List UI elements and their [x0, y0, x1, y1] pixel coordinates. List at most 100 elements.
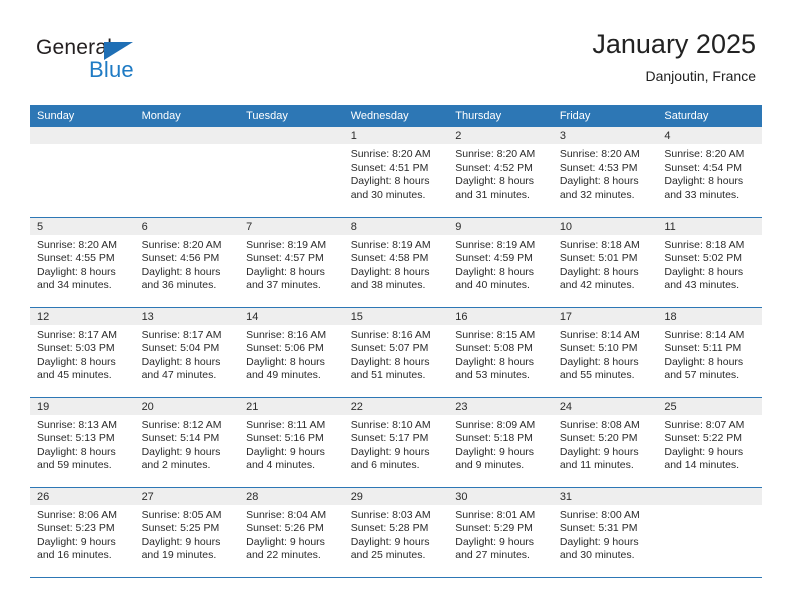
calendar-day[interactable]: 16 Sunrise: 8:15 AM Sunset: 5:08 PM Dayligh…: [448, 307, 553, 397]
day-number: 6: [134, 217, 240, 235]
daylight-text-line1: Daylight: 9 hours: [664, 445, 744, 458]
calendar-day-cell[interactable]: 16 Sunrise: 8:15 AM Sunset: 5:08 PM Dayligh…: [448, 307, 553, 398]
daylight-text-line2: and 30 minutes.: [559, 549, 635, 562]
calendar-day-cell[interactable]: 6 Sunrise: 8:20 AM Sunset: 4:56 PM Daylight…: [134, 217, 240, 308]
calendar-day[interactable]: 28 Sunrise: 8:04 AM Sunset: 5:26 PM Dayligh…: [239, 487, 344, 577]
daylight-text-line1: Daylight: 8 hours: [37, 355, 116, 368]
calendar-day-cell[interactable]: [134, 127, 240, 218]
calendar-day[interactable]: 5 Sunrise: 8:20 AM Sunset: 4:55 PM Daylight…: [30, 217, 135, 307]
calendar-day[interactable]: 4 Sunrise: 8:20 AM Sunset: 4:54 PM Daylight…: [657, 127, 762, 216]
calendar-day-cell[interactable]: 19 Sunrise: 8:13 AM Sunset: 5:13 PM Dayligh…: [30, 397, 135, 488]
calendar-day[interactable]: 10 Sunrise: 8:18 AM Sunset: 5:01 PM Dayligh…: [552, 217, 658, 307]
calendar-day[interactable]: 6 Sunrise: 8:20 AM Sunset: 4:56 PM Daylight…: [134, 217, 240, 307]
daylight-text-line2: and 36 minutes.: [141, 279, 217, 292]
calendar-day[interactable]: 25 Sunrise: 8:07 AM Sunset: 5:22 PM Dayligh…: [657, 397, 762, 487]
calendar-day-cell[interactable]: 5 Sunrise: 8:20 AM Sunset: 4:55 PM Daylight…: [30, 217, 135, 308]
daylight-text-line2: and 42 minutes.: [559, 279, 635, 292]
calendar-day[interactable]: 22 Sunrise: 8:10 AM Sunset: 5:17 PM Dayligh…: [343, 397, 449, 487]
day-details: Sunrise: 8:17 AM Sunset: 5:04 PM Daylight:…: [135, 325, 240, 383]
daylight-text-line1: Daylight: 9 hours: [246, 445, 325, 458]
calendar-day[interactable]: 2 Sunrise: 8:20 AM Sunset: 4:52 PM Daylight…: [448, 127, 553, 216]
calendar-week-row: 12 Sunrise: 8:17 AM Sunset: 5:03 PM Dayligh…: [30, 307, 762, 398]
calendar-day[interactable]: 9 Sunrise: 8:19 AM Sunset: 4:59 PM Daylight…: [448, 217, 553, 307]
calendar-day[interactable]: 7 Sunrise: 8:19 AM Sunset: 4:57 PM Daylight…: [239, 217, 344, 307]
calendar-day-cell[interactable]: 4 Sunrise: 8:20 AM Sunset: 4:54 PM Daylight…: [657, 127, 762, 218]
calendar-day-cell[interactable]: 26 Sunrise: 8:06 AM Sunset: 5:23 PM Dayligh…: [30, 487, 135, 578]
calendar-day-cell[interactable]: 21 Sunrise: 8:11 AM Sunset: 5:16 PM Dayligh…: [239, 397, 344, 488]
weekday-header-sunday: Sunday: [30, 105, 135, 127]
calendar-day-cell[interactable]: 29 Sunrise: 8:03 AM Sunset: 5:28 PM Dayligh…: [343, 487, 449, 578]
calendar-day[interactable]: 26 Sunrise: 8:06 AM Sunset: 5:23 PM Dayligh…: [30, 487, 135, 577]
calendar-day-cell[interactable]: 14 Sunrise: 8:16 AM Sunset: 5:06 PM Dayligh…: [239, 307, 344, 398]
calendar-day[interactable]: 17 Sunrise: 8:14 AM Sunset: 5:10 PM Dayligh…: [552, 307, 658, 397]
calendar-day-cell[interactable]: 12 Sunrise: 8:17 AM Sunset: 5:03 PM Dayligh…: [30, 307, 135, 398]
calendar-day-cell[interactable]: 11 Sunrise: 8:18 AM Sunset: 5:02 PM Dayligh…: [657, 217, 762, 308]
calendar-day-cell[interactable]: 17 Sunrise: 8:14 AM Sunset: 5:10 PM Dayligh…: [552, 307, 658, 398]
day-number: 17: [552, 307, 658, 325]
calendar-day[interactable]: 23 Sunrise: 8:09 AM Sunset: 5:18 PM Dayligh…: [448, 397, 553, 487]
calendar-day[interactable]: 14 Sunrise: 8:16 AM Sunset: 5:06 PM Dayligh…: [239, 307, 344, 397]
sunset-text: Sunset: 4:55 PM: [37, 252, 115, 265]
day-number: 3: [552, 127, 658, 144]
calendar-day[interactable]: 20 Sunrise: 8:12 AM Sunset: 5:14 PM Dayligh…: [134, 397, 240, 487]
calendar-day-cell[interactable]: 7 Sunrise: 8:19 AM Sunset: 4:57 PM Daylight…: [239, 217, 344, 308]
daylight-text-line2: and 55 minutes.: [559, 369, 635, 382]
day-details: Sunrise: 8:09 AM Sunset: 5:18 PM Daylight:…: [448, 415, 553, 473]
calendar-day-cell[interactable]: 31 Sunrise: 8:00 AM Sunset: 5:31 PM Dayligh…: [552, 487, 658, 578]
calendar-day[interactable]: 1 Sunrise: 8:20 AM Sunset: 4:51 PM Daylight…: [343, 127, 449, 216]
calendar-day[interactable]: 30 Sunrise: 8:01 AM Sunset: 5:29 PM Dayligh…: [448, 487, 553, 577]
calendar-day-cell[interactable]: [657, 487, 762, 578]
calendar-day-cell[interactable]: 15 Sunrise: 8:16 AM Sunset: 5:07 PM Dayligh…: [343, 307, 449, 398]
day-number: 8: [343, 217, 449, 235]
calendar-day-cell[interactable]: 1 Sunrise: 8:20 AM Sunset: 4:51 PM Daylight…: [343, 127, 449, 218]
calendar-day[interactable]: 12 Sunrise: 8:17 AM Sunset: 5:03 PM Dayligh…: [30, 307, 135, 397]
daylight-text-line1: Daylight: 9 hours: [455, 445, 535, 458]
sunrise-text: Sunrise: 8:03 AM: [350, 508, 431, 521]
sunset-text: Sunset: 4:57 PM: [246, 252, 324, 265]
sunset-text: Sunset: 5:11 PM: [664, 342, 742, 355]
calendar-day-cell[interactable]: 22 Sunrise: 8:10 AM Sunset: 5:17 PM Dayligh…: [343, 397, 449, 488]
calendar-day[interactable]: 18 Sunrise: 8:14 AM Sunset: 5:11 PM Dayligh…: [657, 307, 762, 397]
day-details: Sunrise: 8:01 AM Sunset: 5:29 PM Daylight:…: [448, 505, 553, 563]
calendar-day-cell[interactable]: 24 Sunrise: 8:08 AM Sunset: 5:20 PM Dayligh…: [552, 397, 658, 488]
calendar-day[interactable]: 8 Sunrise: 8:19 AM Sunset: 4:58 PM Daylight…: [343, 217, 449, 307]
day-number: 5: [30, 217, 135, 235]
calendar-day-cell[interactable]: 23 Sunrise: 8:09 AM Sunset: 5:18 PM Dayligh…: [448, 397, 553, 488]
sunrise-text: Sunrise: 8:01 AM: [455, 508, 536, 521]
calendar-day-cell[interactable]: [30, 127, 135, 218]
calendar-day[interactable]: 27 Sunrise: 8:05 AM Sunset: 5:25 PM Dayligh…: [134, 487, 240, 577]
calendar-day-cell[interactable]: [239, 127, 344, 218]
calendar-day[interactable]: 29 Sunrise: 8:03 AM Sunset: 5:28 PM Dayligh…: [343, 487, 449, 577]
calendar-day[interactable]: 31 Sunrise: 8:00 AM Sunset: 5:31 PM Dayligh…: [552, 487, 658, 577]
calendar-day[interactable]: 15 Sunrise: 8:16 AM Sunset: 5:07 PM Dayligh…: [343, 307, 449, 397]
calendar-day-cell[interactable]: 10 Sunrise: 8:18 AM Sunset: 5:01 PM Dayligh…: [552, 217, 658, 308]
day-details: Sunrise: 8:20 AM Sunset: 4:55 PM Daylight:…: [30, 235, 135, 293]
daylight-text-line2: and 32 minutes.: [559, 188, 635, 201]
calendar-day-cell[interactable]: 2 Sunrise: 8:20 AM Sunset: 4:52 PM Daylight…: [448, 127, 553, 218]
day-number: 9: [448, 217, 553, 235]
daylight-text-line2: and 2 minutes.: [141, 459, 211, 472]
calendar-day-cell[interactable]: 3 Sunrise: 8:20 AM Sunset: 4:53 PM Daylight…: [552, 127, 658, 218]
sunrise-text: Sunrise: 8:09 AM: [455, 418, 536, 431]
calendar-day-cell[interactable]: 28 Sunrise: 8:04 AM Sunset: 5:26 PM Dayligh…: [239, 487, 344, 578]
calendar-day-cell[interactable]: 18 Sunrise: 8:14 AM Sunset: 5:11 PM Dayligh…: [657, 307, 762, 398]
sunrise-text: Sunrise: 8:20 AM: [141, 238, 222, 251]
calendar-day-cell[interactable]: 9 Sunrise: 8:19 AM Sunset: 4:59 PM Daylight…: [448, 217, 553, 308]
calendar-day[interactable]: 13 Sunrise: 8:17 AM Sunset: 5:04 PM Dayligh…: [134, 307, 240, 397]
calendar-day-cell[interactable]: 27 Sunrise: 8:05 AM Sunset: 5:25 PM Dayligh…: [134, 487, 240, 578]
calendar-day[interactable]: 19 Sunrise: 8:13 AM Sunset: 5:13 PM Dayligh…: [30, 397, 135, 487]
calendar-day-cell[interactable]: 20 Sunrise: 8:12 AM Sunset: 5:14 PM Dayligh…: [134, 397, 240, 488]
brand-logo[interactable]: General Blue: [36, 36, 266, 88]
calendar-day-cell[interactable]: 8 Sunrise: 8:19 AM Sunset: 4:58 PM Daylight…: [343, 217, 449, 308]
calendar-day-cell[interactable]: 13 Sunrise: 8:17 AM Sunset: 5:04 PM Dayligh…: [134, 307, 240, 398]
daylight-text-line1: Daylight: 9 hours: [246, 535, 325, 548]
day-details: Sunrise: 8:04 AM Sunset: 5:26 PM Daylight:…: [239, 505, 344, 563]
calendar-day[interactable]: 3 Sunrise: 8:20 AM Sunset: 4:53 PM Daylight…: [552, 127, 658, 216]
calendar-day[interactable]: 21 Sunrise: 8:11 AM Sunset: 5:16 PM Dayligh…: [239, 397, 344, 487]
calendar-day-cell[interactable]: 30 Sunrise: 8:01 AM Sunset: 5:29 PM Dayligh…: [448, 487, 553, 578]
day-number: 19: [30, 397, 135, 415]
daylight-text-line1: Daylight: 8 hours: [664, 355, 744, 368]
calendar-day-cell[interactable]: 25 Sunrise: 8:07 AM Sunset: 5:22 PM Dayligh…: [657, 397, 762, 488]
calendar-day[interactable]: 24 Sunrise: 8:08 AM Sunset: 5:20 PM Dayligh…: [552, 397, 658, 487]
calendar-day[interactable]: 11 Sunrise: 8:18 AM Sunset: 5:02 PM Dayligh…: [657, 217, 762, 307]
